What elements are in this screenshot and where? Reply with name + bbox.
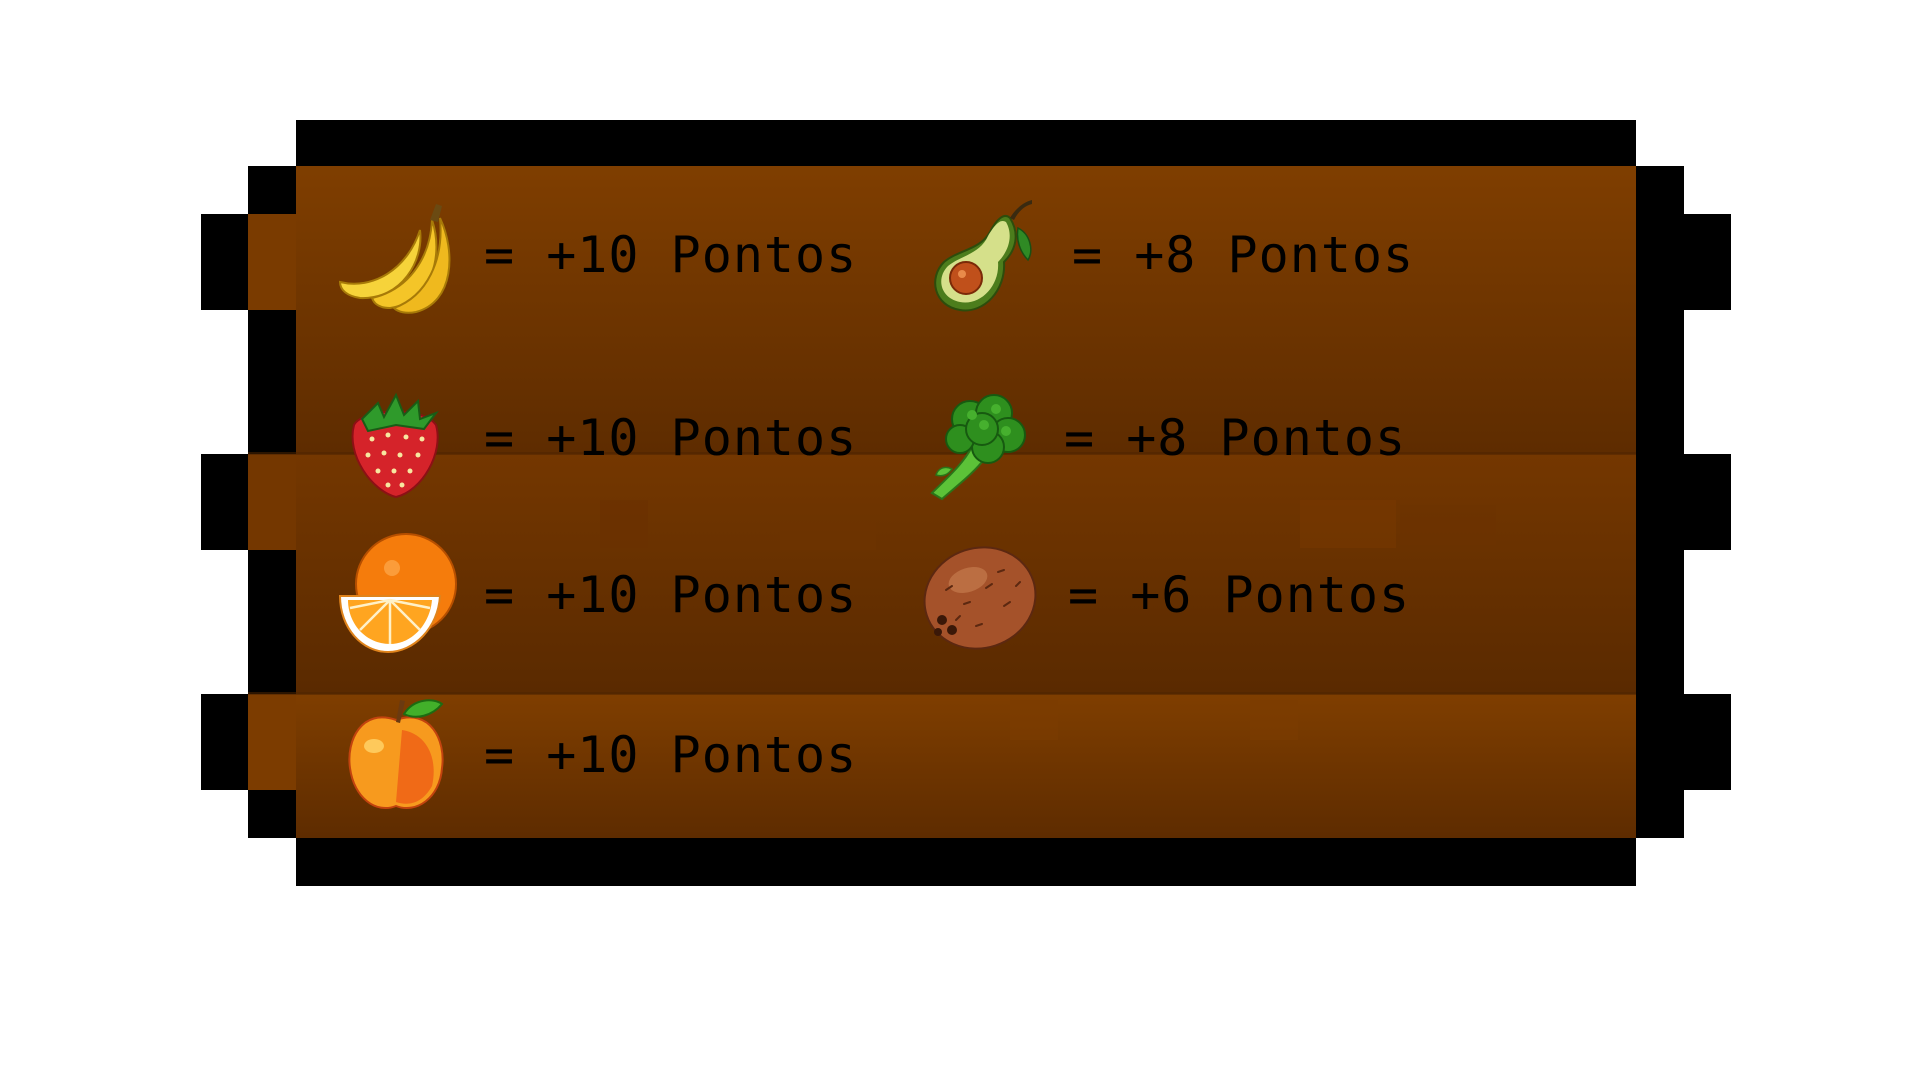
score-row-avocado: = +8 Pontos bbox=[920, 190, 1414, 320]
score-row-orange: = +10 Pontos bbox=[332, 530, 857, 660]
coconut-score: = +6 Pontos bbox=[1068, 566, 1411, 624]
banana-score: = +10 Pontos bbox=[484, 226, 858, 284]
strawberry-icon bbox=[332, 373, 462, 503]
score-row-broccoli: = +8 Pontos bbox=[912, 373, 1406, 503]
score-row-banana: = +10 Pontos bbox=[332, 190, 857, 320]
broccoli-icon bbox=[912, 373, 1042, 503]
orange-score: = +10 Pontos bbox=[484, 566, 858, 624]
avocado-score: = +8 Pontos bbox=[1072, 226, 1415, 284]
strawberry-score: = +10 Pontos bbox=[484, 409, 858, 467]
score-row-coconut: = +6 Pontos bbox=[916, 530, 1410, 660]
banana-icon bbox=[332, 190, 462, 320]
score-row-strawberry: = +10 Pontos bbox=[332, 373, 857, 503]
score-row-apple: = +10 Pontos bbox=[332, 690, 857, 820]
avocado-icon bbox=[920, 190, 1050, 320]
orange-icon bbox=[332, 530, 462, 660]
coconut-icon bbox=[916, 530, 1046, 660]
apple-score: = +10 Pontos bbox=[484, 726, 858, 784]
broccoli-score: = +8 Pontos bbox=[1064, 409, 1407, 467]
points-board: = +10 Pontos = +10 Pontos = +10 Pontos =… bbox=[0, 0, 1920, 1080]
apple-icon bbox=[332, 690, 462, 820]
